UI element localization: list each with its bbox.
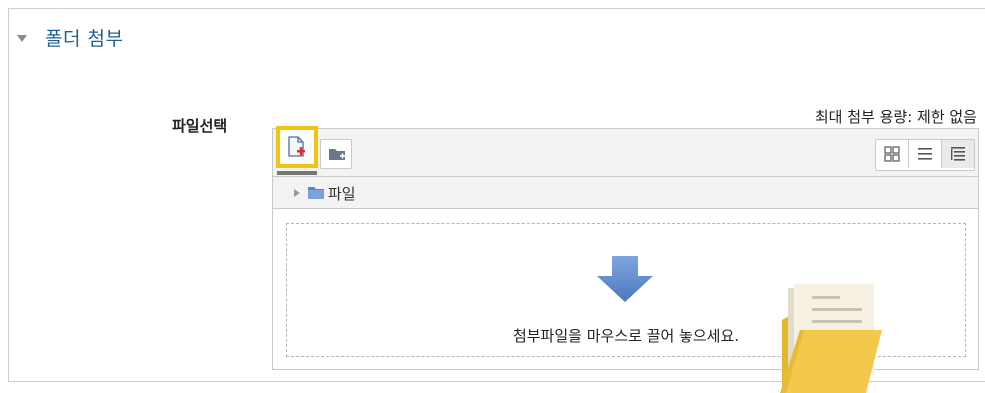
add-file-button[interactable]	[276, 126, 318, 168]
add-file-button-shadow	[277, 171, 317, 175]
caret-down-icon[interactable]	[17, 35, 27, 42]
create-folder-icon	[329, 149, 345, 160]
view-icons-button[interactable]	[876, 140, 909, 168]
view-icons-icon	[884, 146, 900, 162]
create-folder-button[interactable]	[320, 139, 352, 169]
view-tree-button[interactable]	[942, 140, 974, 168]
file-picker-toolbar	[273, 126, 978, 177]
max-size-label: 최대 첨부 용량: 제한 없음	[814, 108, 977, 126]
view-tree-icon	[951, 147, 965, 161]
folder-icon	[308, 187, 324, 199]
view-list-button[interactable]	[909, 140, 942, 168]
decorative-folder-icon	[780, 284, 882, 393]
add-file-icon	[288, 136, 305, 157]
field-label: 파일선택	[172, 117, 228, 135]
expand-arrow-icon[interactable]	[294, 189, 300, 197]
view-list-icon	[918, 148, 932, 160]
view-mode-group	[875, 139, 975, 171]
path-bar: 파일	[273, 177, 978, 209]
path-folder-label[interactable]: 파일	[328, 183, 356, 204]
section-header[interactable]: 폴더 첨부	[17, 24, 123, 51]
drop-arrow-icon	[597, 256, 653, 302]
section-title: 폴더 첨부	[45, 28, 124, 50]
